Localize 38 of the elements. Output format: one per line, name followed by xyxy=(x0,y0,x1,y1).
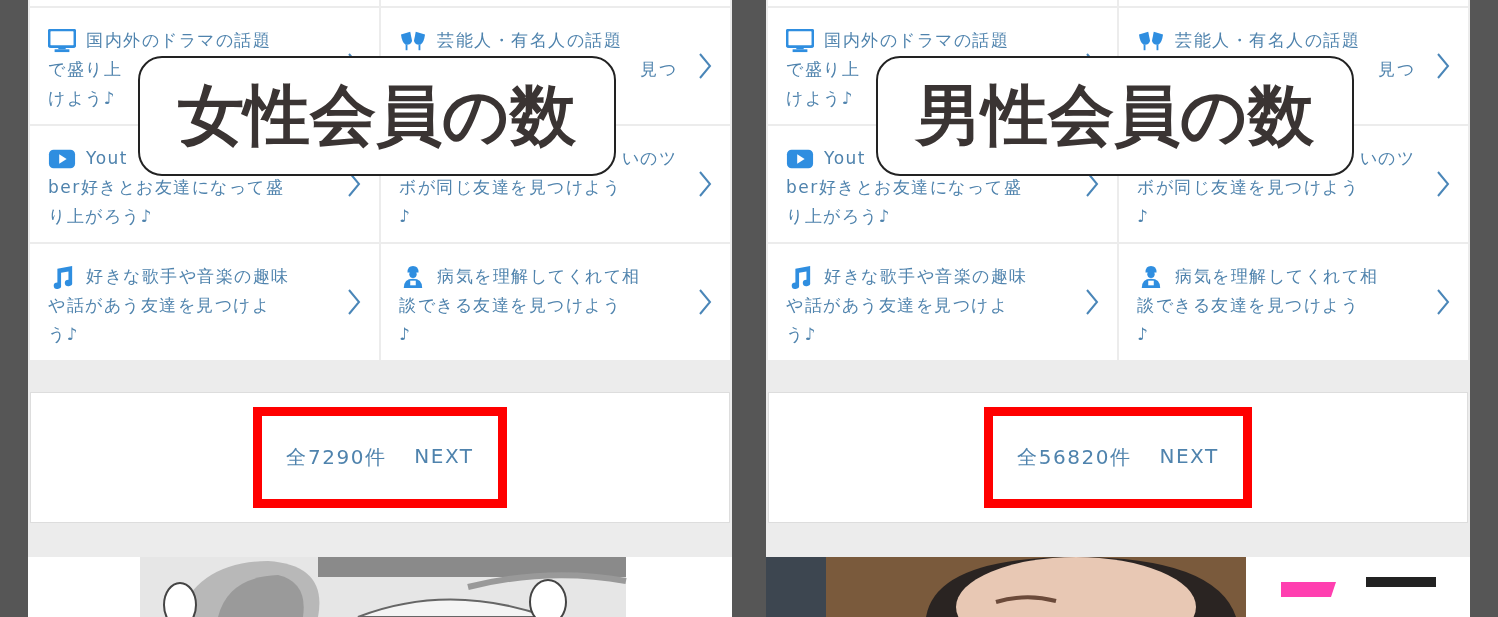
topic-text: ♪ xyxy=(1137,323,1150,346)
topic-text: ♪ xyxy=(399,323,412,346)
topic-text: や話があう友達を見つけよ xyxy=(48,294,270,317)
topic-text: 病気を理解してくれて相 xyxy=(1175,265,1379,288)
topic-text: で盛り上 xyxy=(48,58,122,81)
topic-text: 芸能人・有名人の話題 xyxy=(1175,29,1360,52)
topic-text: ♪ xyxy=(399,205,412,228)
topic-text: り上がろう♪ xyxy=(48,205,153,228)
topic-text: けよう♪ xyxy=(786,87,854,110)
topic-text: ボが同じ友達を見つけよう xyxy=(399,176,621,199)
topic-text: 芸能人・有名人の話題 xyxy=(437,29,622,52)
topic-text: 談できる友達を見つけよう xyxy=(1137,294,1359,317)
result-count: 全7290件 xyxy=(286,444,387,471)
topic-text: いのツ xyxy=(1359,147,1415,170)
topic-text: う♪ xyxy=(48,323,79,346)
topic-text: 国内外のドラマの話題 xyxy=(86,29,271,52)
topic-text: ボが同じ友達を見つけよう xyxy=(1137,176,1359,199)
topic-text: 好きな歌手や音楽の趣味 xyxy=(86,265,290,288)
topic-text: 好きな歌手や音楽の趣味 xyxy=(824,265,1028,288)
result-count: 全56820件 xyxy=(1017,444,1132,471)
title-overlay: 女性会員の数 xyxy=(138,56,616,176)
topic-text: ♪ xyxy=(1137,205,1150,228)
topic-text: 談できる友達を見つけよう xyxy=(399,294,621,317)
topic-text: 見つ xyxy=(1378,58,1415,81)
topic-text: 見つ xyxy=(640,58,677,81)
topic-text: Yout xyxy=(86,147,128,170)
topic-text: ber好きとお友達になって盛 xyxy=(48,176,285,199)
topic-text: いのツ xyxy=(621,147,677,170)
title-overlay: 男性会員の数 xyxy=(876,56,1354,176)
topic-text: う♪ xyxy=(786,323,817,346)
topic-text: り上がろう♪ xyxy=(786,205,891,228)
topic-text: 国内外のドラマの話題 xyxy=(824,29,1009,52)
topic-text: 病気を理解してくれて相 xyxy=(437,265,641,288)
topic-text: で盛り上 xyxy=(786,58,860,81)
topic-text: Yout xyxy=(824,147,866,170)
topic-text: けよう♪ xyxy=(48,87,116,110)
topic-text: ber好きとお友達になって盛 xyxy=(786,176,1023,199)
topic-text: や話があう友達を見つけよ xyxy=(786,294,1008,317)
